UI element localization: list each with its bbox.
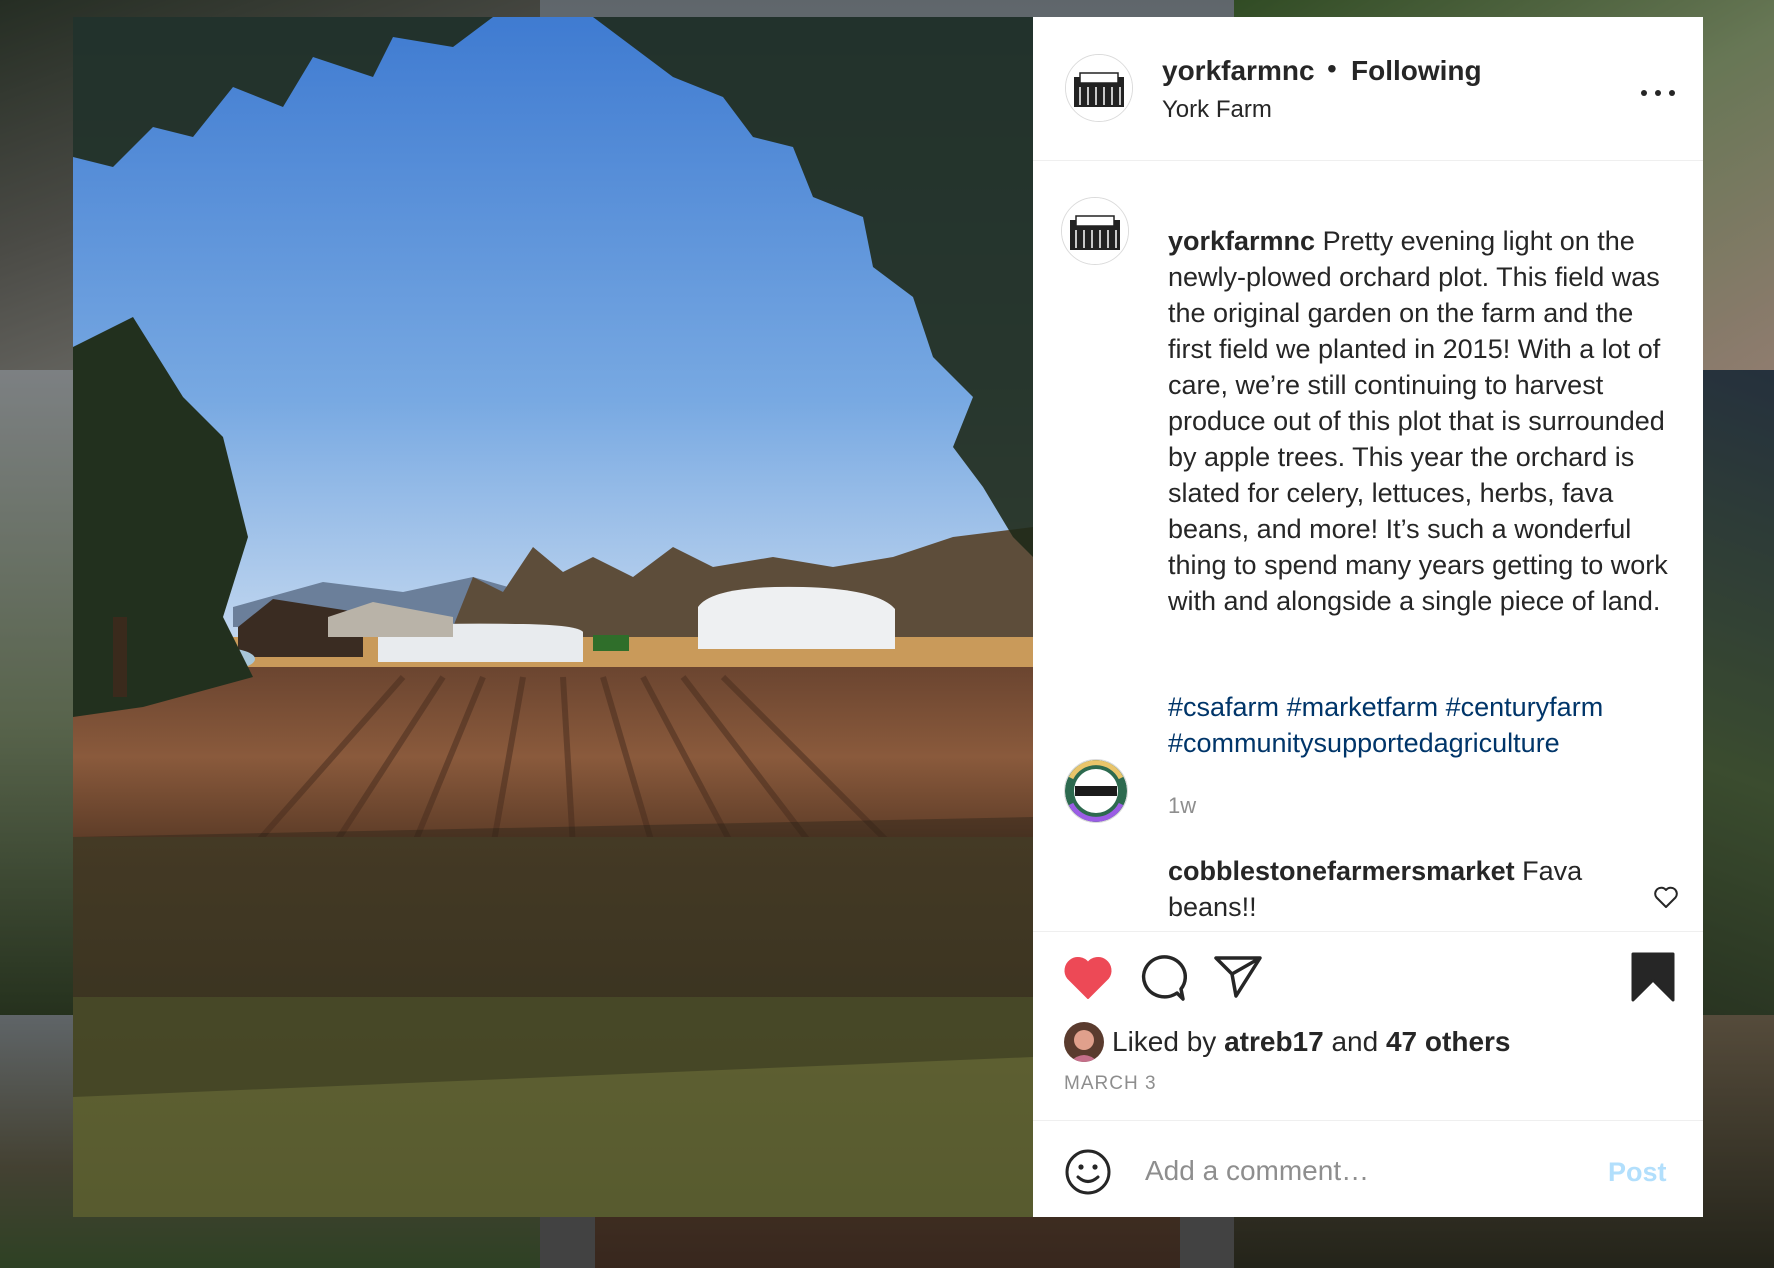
separator-dot: •: [1327, 53, 1337, 84]
save-bookmark-icon[interactable]: [1631, 952, 1675, 1002]
user-avatar[interactable]: [1065, 54, 1133, 122]
liker-avatar[interactable]: [1064, 1022, 1104, 1062]
share-paper-plane-icon[interactable]: [1213, 954, 1263, 1000]
hashtag-link[interactable]: #marketfarm: [1287, 692, 1439, 722]
post-age[interactable]: 1w: [1168, 793, 1196, 819]
post-actions: [1033, 932, 1703, 1022]
liked-by-text: Liked by atreb17 and 47 others: [1112, 1026, 1510, 1058]
liked-by-prefix: Liked by: [1112, 1026, 1225, 1057]
comment-username[interactable]: cobblestonefarmersmarket: [1168, 856, 1515, 886]
likes-others-link[interactable]: 47 others: [1386, 1026, 1511, 1057]
liker-username[interactable]: atreb17: [1224, 1026, 1324, 1057]
york-farm-logo: [1066, 55, 1132, 121]
likes-summary: Liked by atreb17 and 47 others: [1064, 1022, 1684, 1062]
caption-text: Pretty evening light on the newly-plowed…: [1168, 226, 1668, 616]
post-username[interactable]: yorkfarmnc: [1162, 55, 1315, 87]
comment-input[interactable]: [1145, 1149, 1585, 1193]
comments-section[interactable]: yorkfarmnc Pretty evening light on the n…: [1033, 161, 1703, 932]
post-comment-button[interactable]: Post: [1608, 1157, 1667, 1188]
farm-field-photo: [73, 17, 1033, 1217]
comment-bubble-icon[interactable]: [1137, 954, 1187, 1002]
add-comment-bar: Post: [1033, 1120, 1703, 1218]
like-heart-icon[interactable]: [1063, 954, 1113, 1000]
following-button[interactable]: Following: [1351, 55, 1482, 87]
liked-by-middle: and: [1323, 1026, 1386, 1057]
caption-avatar[interactable]: [1061, 197, 1129, 265]
hashtag-link[interactable]: #communitysupportedagriculture: [1168, 728, 1560, 758]
caption-username[interactable]: yorkfarmnc: [1168, 226, 1315, 256]
post-date[interactable]: MARCH 3: [1064, 1073, 1157, 1095]
hashtag-link[interactable]: #centuryfarm: [1446, 692, 1604, 722]
post-caption: yorkfarmnc Pretty evening light on the n…: [1168, 223, 1678, 619]
post-detail-panel: yorkfarmnc • Following York Farm yorkfar…: [1033, 17, 1703, 1217]
hashtags: #csafarm #marketfarm #centuryfarm #commu…: [1168, 689, 1678, 761]
liker-avatar-image: [1064, 1022, 1104, 1062]
post-header: yorkfarmnc • Following York Farm: [1033, 17, 1703, 161]
comment-like-icon[interactable]: [1653, 885, 1679, 909]
york-farm-logo: [1062, 198, 1128, 264]
location-link[interactable]: York Farm: [1162, 96, 1272, 124]
cobblestone-market-logo: [1065, 760, 1127, 822]
emoji-smiley-icon[interactable]: [1064, 1148, 1112, 1196]
comment-item: cobblestonefarmersmarket Fava beans!!: [1168, 853, 1628, 925]
more-options-icon[interactable]: [1641, 87, 1675, 99]
commenter-avatar[interactable]: [1064, 759, 1128, 823]
post-photo[interactable]: [73, 17, 1033, 1217]
hashtag-link[interactable]: #csafarm: [1168, 692, 1279, 722]
